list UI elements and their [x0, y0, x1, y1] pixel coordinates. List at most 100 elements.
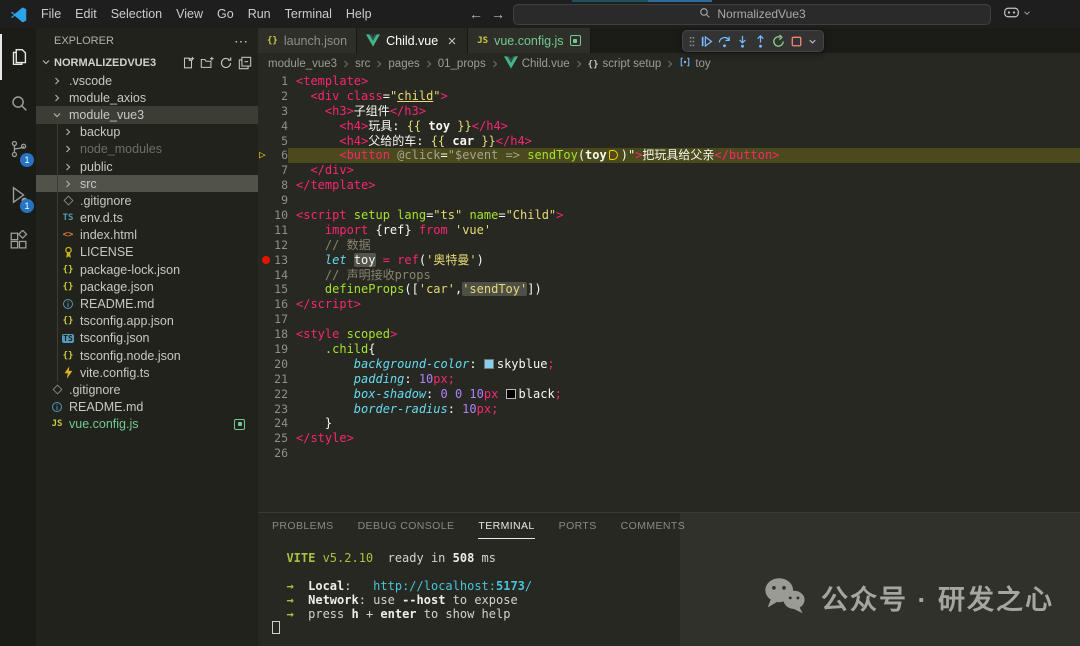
gutter-line-18[interactable]: 18	[258, 327, 288, 342]
ellipsis-icon[interactable]: ⋯	[234, 33, 248, 50]
gutter-line-3[interactable]: 3	[258, 104, 288, 119]
breadcrumb-item-module-vue3[interactable]: module_vue3	[268, 58, 337, 70]
gutter-line-16[interactable]: 16	[258, 297, 288, 312]
editor-tab-child-vue[interactable]: Child.vue	[357, 28, 468, 53]
gutter-line-5[interactable]: 5	[258, 134, 288, 149]
menu-selection[interactable]: Selection	[104, 4, 169, 24]
gutter-line-1[interactable]: 1	[258, 74, 288, 89]
gutter-line-23[interactable]: 23	[258, 402, 288, 417]
chevron-down-small-icon[interactable]	[807, 36, 818, 47]
panel-tab-debug-console[interactable]: DEBUG CONSOLE	[358, 513, 455, 539]
tree-item-readme-md[interactable]: README.md	[36, 295, 258, 312]
workspace-section-header[interactable]: NORMALIZEDVUE3	[36, 54, 258, 72]
gutter-line-15[interactable]: 15	[258, 282, 288, 297]
tree-item-license[interactable]: LICENSE	[36, 244, 258, 261]
gitignore-icon	[50, 384, 64, 395]
gutter-line-24[interactable]: 24	[258, 416, 288, 431]
step-over-icon[interactable]	[717, 34, 732, 49]
gutter-line-4[interactable]: 4	[258, 119, 288, 134]
tree-item-node-modules[interactable]: node_modules	[36, 141, 258, 158]
gutter-line-11[interactable]: 11	[258, 223, 288, 238]
color-swatch	[484, 359, 494, 369]
gutter-line-26[interactable]: 26	[258, 446, 288, 461]
history-back-icon[interactable]: ←	[469, 6, 483, 22]
menu-edit[interactable]: Edit	[68, 4, 104, 24]
menu-run[interactable]: Run	[241, 4, 278, 24]
collapse-all-icon[interactable]	[238, 56, 252, 70]
tree-item-readme-md[interactable]: README.md	[36, 399, 258, 416]
source-control-icon[interactable]: 1	[0, 126, 36, 172]
search-icon[interactable]	[0, 80, 36, 126]
panel-tab-comments[interactable]: COMMENTS	[621, 513, 685, 539]
menu-file[interactable]: File	[34, 4, 68, 24]
panel-tab-ports[interactable]: PORTS	[559, 513, 597, 539]
close-icon[interactable]	[446, 35, 458, 47]
refresh-icon[interactable]	[219, 56, 233, 70]
breadcrumb-item-src[interactable]: src	[355, 58, 370, 70]
menu-go[interactable]: Go	[210, 4, 241, 24]
gutter-line-25[interactable]: 25	[258, 431, 288, 446]
tree-item-vite-config-ts[interactable]: vite.config.ts	[36, 364, 258, 381]
gutter-line-9[interactable]: 9	[258, 193, 288, 208]
gutter-line-20[interactable]: 20	[258, 357, 288, 372]
tree-item-public[interactable]: public	[36, 158, 258, 175]
new-file-icon[interactable]	[181, 56, 195, 70]
gutter-line-14[interactable]: 14	[258, 268, 288, 283]
tree-item-package-json[interactable]: {}package.json	[36, 278, 258, 295]
drag-grip-icon[interactable]	[688, 34, 696, 49]
breadcrumb-item-toy[interactable]: toy	[679, 56, 710, 71]
gutter-line-21[interactable]: 21	[258, 372, 288, 387]
step-out-icon[interactable]	[753, 34, 768, 49]
gutter-line-7[interactable]: 7	[258, 163, 288, 178]
tree-item-env-d-ts[interactable]: TSenv.d.ts	[36, 210, 258, 227]
gutter-line-17[interactable]: 17	[258, 312, 288, 327]
gutter-line-19[interactable]: 19	[258, 342, 288, 357]
tree-item-index-html[interactable]: <>index.html	[36, 227, 258, 244]
gutter-line-13[interactable]: 13	[258, 253, 288, 268]
tree-item-src[interactable]: src	[36, 175, 258, 192]
tree-item-module-axios[interactable]: module_axios	[36, 89, 258, 106]
code-editor[interactable]: 1<template>2 <div class="child">3 <h3>子组…	[258, 74, 1080, 512]
gutter-line-12[interactable]: 12	[258, 238, 288, 253]
run-debug-icon[interactable]: 1	[0, 172, 36, 218]
tree-item-tsconfig-app-json[interactable]: {}tsconfig.app.json	[36, 313, 258, 330]
breadcrumb-item-script-setup[interactable]: {}script setup	[588, 58, 662, 70]
editor-tab-launch-json[interactable]: {}launch.json	[258, 28, 357, 53]
history-forward-icon[interactable]: →	[491, 6, 505, 22]
breakpoint-icon[interactable]	[262, 256, 270, 264]
menu-terminal[interactable]: Terminal	[278, 4, 339, 24]
tree-item-gitignore[interactable]: .gitignore	[36, 192, 258, 209]
panel-tab-problems[interactable]: PROBLEMS	[272, 513, 334, 539]
gutter-line-6[interactable]: ▷6	[258, 148, 288, 163]
stop-icon[interactable]	[789, 34, 804, 49]
breadcrumb-item-pages[interactable]: pages	[388, 58, 419, 70]
tree-item-gitignore[interactable]: .gitignore	[36, 381, 258, 398]
extensions-icon[interactable]	[0, 218, 36, 264]
gutter-line-8[interactable]: 8	[258, 178, 288, 193]
tree-item-module-vue3[interactable]: module_vue3	[36, 106, 258, 123]
tree-item-vscode[interactable]: .vscode	[36, 72, 258, 89]
tree-item-tsconfig-node-json[interactable]: {}tsconfig.node.json	[36, 347, 258, 364]
step-into-icon[interactable]	[735, 34, 750, 49]
copilot-menu[interactable]	[1003, 5, 1032, 23]
gutter-line-2[interactable]: 2	[258, 89, 288, 104]
command-center-search[interactable]: NormalizedVue3	[513, 4, 991, 25]
breadcrumb-item-child-vue[interactable]: Child.vue	[504, 56, 570, 72]
menu-view[interactable]: View	[169, 4, 210, 24]
files-icon[interactable]	[0, 34, 36, 80]
copilot-icon	[1003, 5, 1020, 23]
tree-item-package-lock-json[interactable]: {}package-lock.json	[36, 261, 258, 278]
tree-item-backup[interactable]: backup	[36, 124, 258, 141]
continue-icon[interactable]	[699, 34, 714, 49]
editor-tab-vue-config-js[interactable]: JSvue.config.js	[468, 28, 590, 53]
gutter-line-10[interactable]: 10	[258, 208, 288, 223]
tree-item-vue-config-js[interactable]: JSvue.config.js	[36, 416, 258, 433]
breadcrumb-item-01-props[interactable]: 01_props	[438, 58, 486, 70]
gutter-line-22[interactable]: 22	[258, 387, 288, 402]
new-folder-icon[interactable]	[200, 56, 214, 70]
code-line-18: 18<style scoped>	[258, 327, 1080, 342]
tree-item-tsconfig-json[interactable]: TStsconfig.json	[36, 330, 258, 347]
restart-icon[interactable]	[771, 34, 786, 49]
menu-help[interactable]: Help	[339, 4, 379, 24]
panel-tab-terminal[interactable]: TERMINAL	[478, 513, 534, 539]
